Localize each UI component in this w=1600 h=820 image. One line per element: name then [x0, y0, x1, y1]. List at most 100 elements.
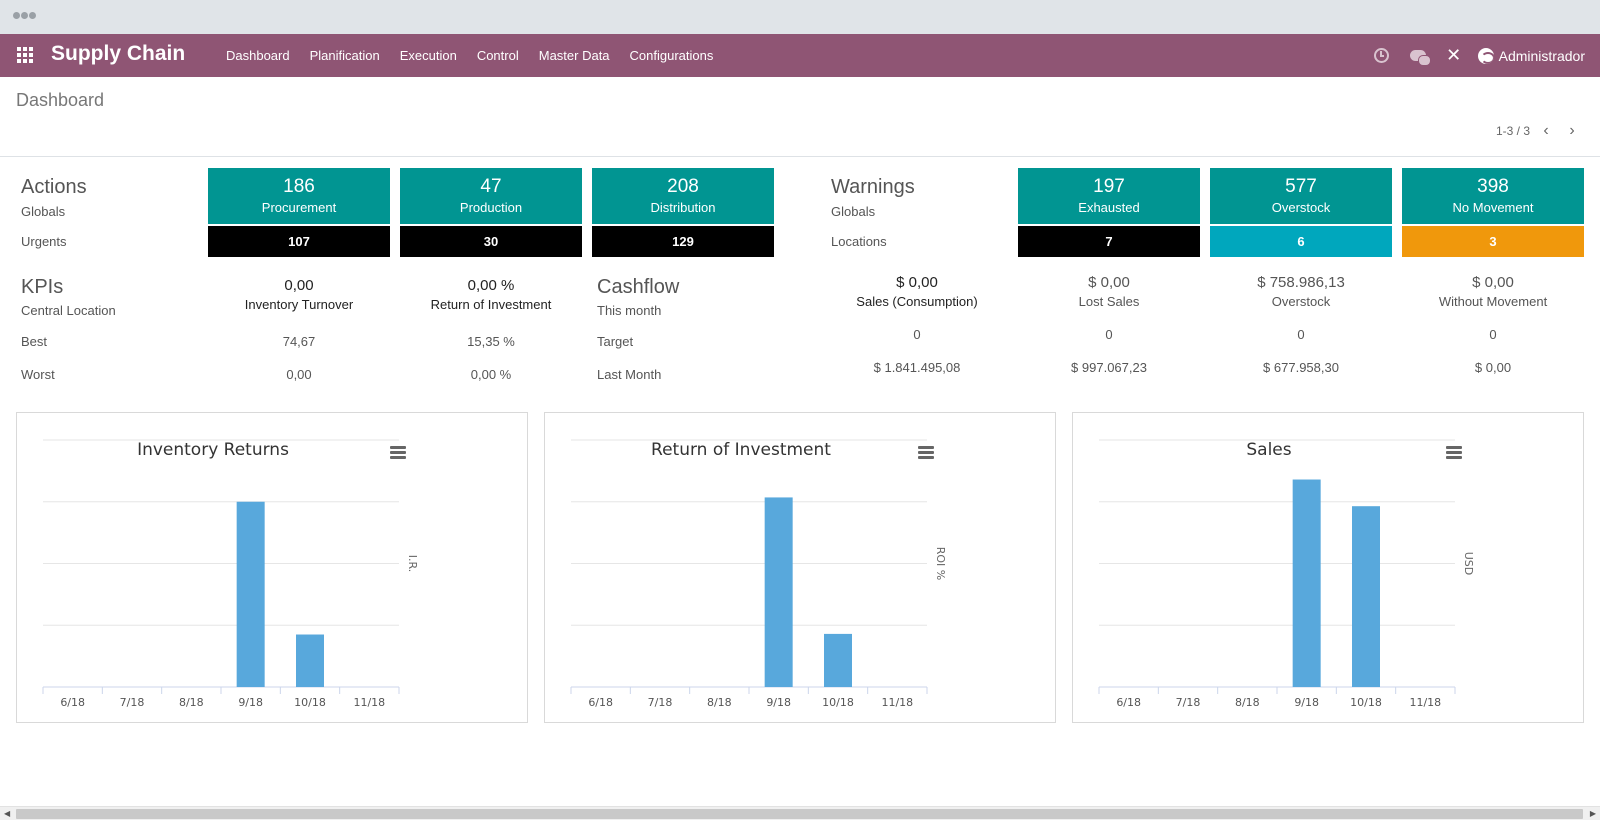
tile-value: 577: [1285, 176, 1317, 197]
location-no-movement[interactable]: 3: [1402, 226, 1584, 257]
y-axis-label: ROI %: [934, 547, 947, 581]
cash-sales-consumption: $ 0,00 Sales (Consumption): [826, 274, 1008, 309]
hamburger-icon[interactable]: [390, 446, 406, 459]
activity-button[interactable]: [1364, 34, 1400, 77]
apps-icon[interactable]: [17, 47, 33, 63]
chart-title: Sales: [1246, 440, 1291, 460]
kpi-value: 0,00 %: [467, 277, 515, 294]
x-tick-label: 9/18: [766, 696, 791, 709]
cash-value: $ 0,00: [1088, 274, 1130, 291]
x-tick-label: 8/18: [1235, 696, 1260, 709]
pager-previous-button[interactable]: ‹: [1536, 122, 1556, 140]
breadcrumb: Dashboard: [16, 90, 105, 110]
kpi-return-of-investment: 0,00 % Return of Investment: [400, 277, 582, 312]
x-tick-label: 11/18: [881, 696, 913, 709]
hamburger-bar: [390, 451, 406, 454]
tile-no-movement[interactable]: 398 No Movement: [1402, 168, 1584, 224]
kpis-worst-label: Worst: [21, 367, 55, 382]
sales-chart: 6/18 7/18 8/18 9/18 10/18 11/18 Sales USD: [1098, 439, 1475, 709]
control-panel: Dashboard 1-3 / 3 ‹ ›: [0, 77, 1600, 157]
window-controls-icon[interactable]: [13, 12, 36, 19]
y-axis-label: USD: [1462, 552, 1475, 576]
kpi-inventory-turnover: 0,00 Inventory Turnover: [208, 277, 390, 312]
user-menu[interactable]: Administrador: [1472, 47, 1600, 64]
x-tick-label: 11/18: [1409, 696, 1441, 709]
chart-panel-return-of-investment: 6/18 7/18 8/18 9/18 10/18 11/18 Return of Inve…: [544, 412, 1056, 723]
chart-bar: [764, 497, 793, 687]
cash-label: Sales (Consumption): [856, 294, 978, 309]
location-exhausted[interactable]: 7: [1018, 226, 1200, 257]
urgent-procurement[interactable]: 107: [208, 226, 390, 257]
cash-target-value: 0: [1297, 327, 1305, 342]
cash-value: $ 758.986,13: [1257, 274, 1345, 291]
cash-label: Overstock: [1271, 294, 1331, 309]
inventory-returns-chart: 6/18 7/18 8/18 9/18 10/18 11/18 Inventory Retu…: [42, 439, 419, 709]
return-of-investment-chart: 6/18 7/18 8/18 9/18 10/18 11/18 Return of Inve…: [570, 439, 947, 709]
menu-control[interactable]: Control: [467, 34, 529, 77]
urgent-distribution[interactable]: 129: [592, 226, 774, 257]
tile-exhausted[interactable]: 197 Exhausted: [1018, 168, 1200, 224]
menu-planification[interactable]: Planification: [300, 34, 390, 77]
menu-configurations[interactable]: Configurations: [620, 34, 724, 77]
kpi-worst-value: 0,00 %: [470, 367, 512, 382]
tile-overstock[interactable]: 577 Overstock: [1210, 168, 1392, 224]
tile-procurement[interactable]: 186 Procurement: [208, 168, 390, 224]
scrollbar-thumb[interactable]: [16, 809, 1583, 819]
x-tick-label: 6/18: [60, 696, 85, 709]
pager-next-button[interactable]: ›: [1562, 122, 1582, 140]
cash-without-movement: $ 0,00 Without Movement: [1402, 274, 1584, 309]
window-titlebar: [0, 0, 1600, 34]
kpi-best-value: 74,67: [282, 334, 316, 349]
chart-bar: [824, 633, 852, 687]
cash-overstock: $ 758.986,13 Overstock: [1210, 274, 1392, 309]
chart-panel-inventory-returns: 6/18 7/18 8/18 9/18 10/18 11/18 Inventory Retu…: [16, 412, 528, 723]
scroll-left-icon[interactable]: ◀: [4, 809, 10, 818]
warnings-locations-label: Locations: [831, 234, 887, 249]
chart-panel-sales: 6/18 7/18 8/18 9/18 10/18 11/18 Sales USD: [1072, 412, 1584, 723]
y-axis-label: I.R.: [406, 555, 419, 573]
menu-execution[interactable]: Execution: [390, 34, 467, 77]
systray: ✕ Administrador: [1364, 34, 1600, 77]
scroll-right-icon[interactable]: ▶: [1590, 809, 1596, 818]
hamburger-bar: [918, 446, 934, 449]
messaging-button[interactable]: [1400, 34, 1436, 77]
hamburger-bar: [1446, 446, 1462, 449]
debug-button[interactable]: ✕: [1436, 34, 1472, 77]
chart-title: Inventory Returns: [137, 440, 289, 460]
tile-value: 186: [283, 176, 315, 197]
menu-dashboard[interactable]: Dashboard: [216, 34, 300, 77]
cash-last-month-value: $ 677.958,30: [1263, 360, 1339, 375]
x-tick-label: 8/18: [179, 696, 204, 709]
location-overstock[interactable]: 6: [1210, 226, 1392, 257]
cash-value: $ 0,00: [1472, 274, 1514, 291]
cash-target-value: 0: [913, 327, 921, 342]
tile-label: Distribution: [650, 200, 716, 215]
horizontal-scrollbar[interactable]: ◀ ▶: [0, 806, 1600, 820]
hamburger-icon[interactable]: [1446, 446, 1462, 459]
hamburger-bar: [1446, 451, 1462, 454]
menu-master-data[interactable]: Master Data: [529, 34, 620, 77]
actions-urgents-label: Urgents: [21, 234, 67, 249]
pager-value[interactable]: 1-3 / 3: [1496, 124, 1530, 138]
x-tick-label: 6/18: [1116, 696, 1141, 709]
tile-production[interactable]: 47 Production: [400, 168, 582, 224]
tile-distribution[interactable]: 208 Distribution: [592, 168, 774, 224]
cashflow-target-label: Target: [597, 334, 634, 349]
warnings-title: Warnings: [831, 176, 915, 198]
hamburger-bar: [390, 446, 406, 449]
tile-label: Overstock: [1271, 200, 1331, 215]
tile-label: Exhausted: [1078, 200, 1140, 215]
hamburger-icon[interactable]: [918, 446, 934, 459]
x-tick-label: 10/18: [822, 696, 854, 709]
tile-value: 208: [667, 176, 699, 197]
cashflow-this-month-label: This month: [597, 303, 662, 318]
hamburger-bar: [390, 456, 406, 459]
urgent-production[interactable]: 30: [400, 226, 582, 257]
pager: 1-3 / 3 ‹ ›: [1496, 122, 1582, 140]
warnings-globals-label: Globals: [831, 204, 876, 219]
app-brand[interactable]: Supply Chain: [51, 42, 185, 66]
kpi-label: Inventory Turnover: [244, 297, 354, 312]
kpis-best-label: Best: [21, 334, 48, 349]
actions-title: Actions: [21, 176, 87, 198]
avatar-icon: [1477, 47, 1494, 64]
